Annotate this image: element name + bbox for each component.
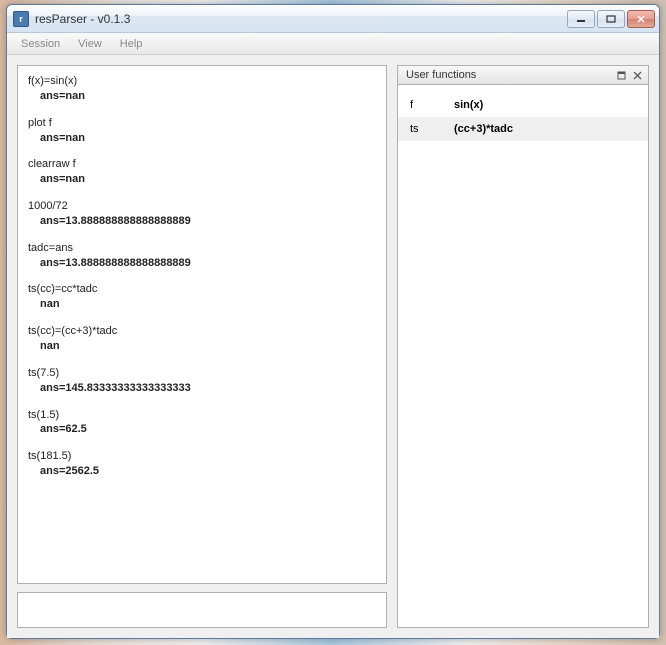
console-entry: 1000/72ans=13.888888888888888889 xyxy=(28,199,376,229)
minimize-icon xyxy=(576,15,586,23)
console-result: ans=62.5 xyxy=(28,422,376,437)
function-row[interactable]: ts(cc+3)*tadc xyxy=(398,117,648,141)
command-input[interactable] xyxy=(18,593,386,627)
input-area xyxy=(17,592,387,628)
console-command: 1000/72 xyxy=(28,199,376,214)
console-command: ts(cc)=(cc+3)*tadc xyxy=(28,324,376,339)
console-result: ans=nan xyxy=(28,172,376,187)
titlebar[interactable]: r resParser - v0.1.3 xyxy=(7,5,659,33)
console-entry: ts(cc)=(cc+3)*tadcnan xyxy=(28,324,376,354)
console-result: ans=nan xyxy=(28,131,376,146)
console-result: ans=13.888888888888888889 xyxy=(28,256,376,271)
console-output[interactable]: f(x)=sin(x)ans=nanplot fans=nanclearraw … xyxy=(17,65,387,584)
console-command: f(x)=sin(x) xyxy=(28,74,376,89)
menu-help[interactable]: Help xyxy=(112,36,151,52)
panel-close-button[interactable] xyxy=(630,68,644,82)
maximize-icon xyxy=(606,15,616,23)
console-entry: plot fans=nan xyxy=(28,116,376,146)
menu-view[interactable]: View xyxy=(70,36,110,52)
user-functions-list: fsin(x)ts(cc+3)*tadc xyxy=(397,85,649,628)
panel-close-icon xyxy=(633,71,642,80)
function-name: ts xyxy=(410,123,454,135)
console-result: ans=145.83333333333333333 xyxy=(28,381,376,396)
close-icon xyxy=(636,15,646,23)
console-entry: ts(7.5)ans=145.83333333333333333 xyxy=(28,366,376,396)
function-definition: sin(x) xyxy=(454,99,636,111)
console-entry: ts(1.5)ans=62.5 xyxy=(28,408,376,438)
console-command: ts(181.5) xyxy=(28,449,376,464)
left-panel: f(x)=sin(x)ans=nanplot fans=nanclearraw … xyxy=(17,65,387,628)
window-controls xyxy=(567,10,655,28)
app-window: r resParser - v0.1.3 Session View Help f… xyxy=(6,4,660,639)
undock-button[interactable] xyxy=(614,68,628,82)
console-result: ans=nan xyxy=(28,89,376,104)
function-row[interactable]: fsin(x) xyxy=(398,93,648,117)
console-command: clearraw f xyxy=(28,157,376,172)
console-result: nan xyxy=(28,339,376,354)
function-definition: (cc+3)*tadc xyxy=(454,123,636,135)
console-result: ans=13.888888888888888889 xyxy=(28,214,376,229)
undock-icon xyxy=(617,71,626,80)
console-command: plot f xyxy=(28,116,376,131)
console-entry: clearraw fans=nan xyxy=(28,157,376,187)
console-entry: tadc=ansans=13.888888888888888889 xyxy=(28,241,376,271)
console-command: ts(cc)=cc*tadc xyxy=(28,282,376,297)
menubar: Session View Help xyxy=(7,33,659,55)
menu-session[interactable]: Session xyxy=(13,36,68,52)
console-result: ans=2562.5 xyxy=(28,464,376,479)
console-result: nan xyxy=(28,297,376,312)
maximize-button[interactable] xyxy=(597,10,625,28)
console-entry: f(x)=sin(x)ans=nan xyxy=(28,74,376,104)
app-icon: r xyxy=(13,11,29,27)
console-command: tadc=ans xyxy=(28,241,376,256)
function-name: f xyxy=(410,99,454,111)
content-area: f(x)=sin(x)ans=nanplot fans=nanclearraw … xyxy=(7,55,659,638)
minimize-button[interactable] xyxy=(567,10,595,28)
console-command: ts(1.5) xyxy=(28,408,376,423)
console-entry: ts(181.5)ans=2562.5 xyxy=(28,449,376,479)
user-functions-header[interactable]: User functions xyxy=(397,65,649,85)
close-button[interactable] xyxy=(627,10,655,28)
user-functions-title: User functions xyxy=(406,69,612,81)
console-command: ts(7.5) xyxy=(28,366,376,381)
console-entry: ts(cc)=cc*tadcnan xyxy=(28,282,376,312)
right-panel: User functions fsin(x)ts(cc+3)*tadc xyxy=(397,65,649,628)
window-title: resParser - v0.1.3 xyxy=(35,12,567,26)
